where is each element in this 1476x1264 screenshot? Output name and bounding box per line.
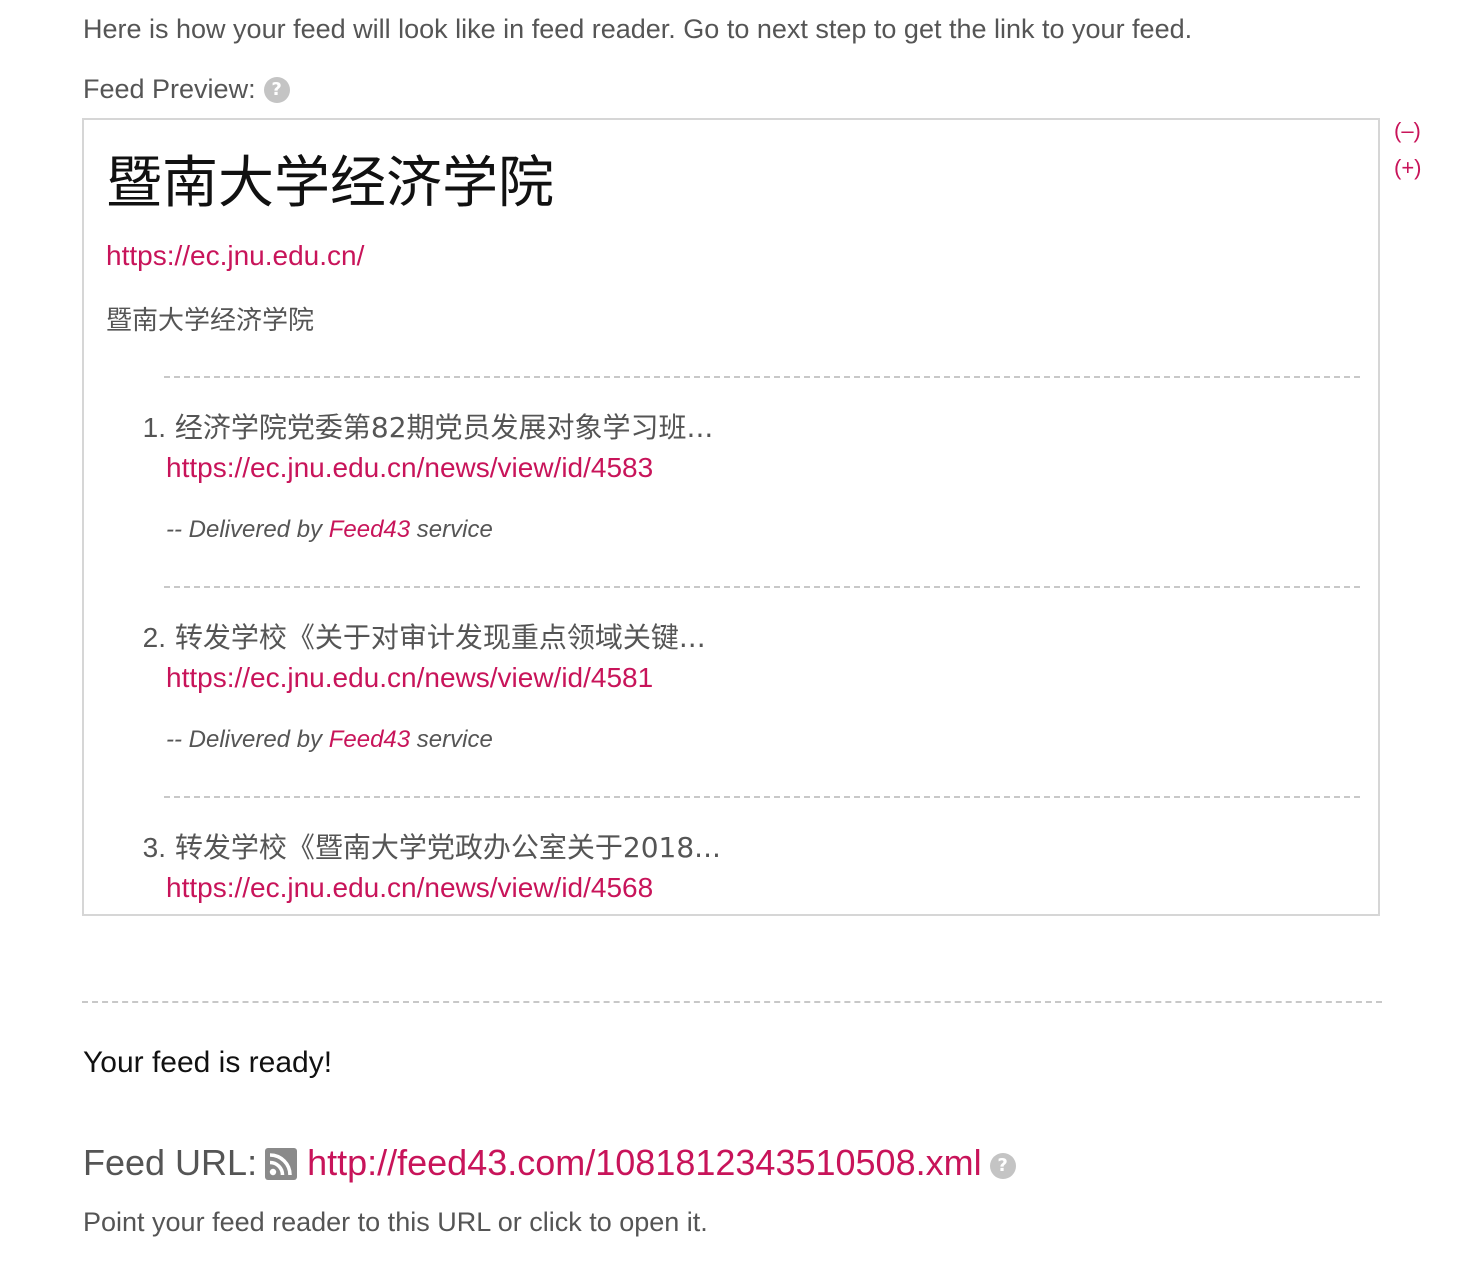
item-divider (164, 376, 1360, 378)
feed-site-link[interactable]: https://ec.jnu.edu.cn/ (106, 240, 364, 272)
intro-text: Here is how your feed will look like in … (83, 14, 1193, 44)
feed-item-title-text: 经济学院党委第82期党员发展对象学习班... (174, 411, 714, 444)
feed-preview-box[interactable]: 暨南大学经济学院 https://ec.jnu.edu.cn/ 暨南大学经济学院… (82, 118, 1380, 916)
feed-item-title: 2. 转发学校《关于对审计发现重点领域关键... (132, 618, 1352, 658)
feed-item-number: 2. (142, 622, 166, 653)
delivered-suffix: service (410, 726, 493, 753)
help-icon[interactable]: ? (263, 76, 290, 103)
feed-item: 3. 转发学校《暨南大学党政办公室关于2018... https://ec.jn… (132, 828, 1352, 908)
feed-url-link[interactable]: http://feed43.com/1081812343510508.xml (307, 1142, 982, 1184)
zoom-out-button[interactable]: (–) (1394, 118, 1421, 144)
feed-item-title: 1. 经济学院党委第82期党员发展对象学习班... (132, 408, 1352, 448)
feed43-link[interactable]: Feed43 (329, 516, 410, 543)
zoom-in-button[interactable]: (+) (1394, 155, 1422, 181)
feed-item-link[interactable]: https://ec.jnu.edu.cn/news/view/id/4568 (166, 868, 1352, 908)
feed-ready-heading: Your feed is ready! (83, 1046, 333, 1079)
section-divider (82, 1001, 1382, 1003)
item-divider (164, 586, 1360, 588)
feed43-link[interactable]: Feed43 (329, 726, 410, 753)
delivered-prefix: -- Delivered by (166, 516, 329, 543)
feed-title: 暨南大学经济学院 (106, 151, 554, 216)
feed-item-title: 3. 转发学校《暨南大学党政办公室关于2018... (132, 828, 1352, 868)
feed-preview-label: Feed Preview: ? (83, 74, 290, 105)
feed-item-title-text: 转发学校《关于对审计发现重点领域关键... (174, 621, 706, 654)
feed-description: 暨南大学经济学院 (106, 306, 315, 336)
feed-item-link[interactable]: https://ec.jnu.edu.cn/news/view/id/4583 (166, 448, 1352, 488)
item-divider (164, 796, 1360, 798)
feed-item-title-text: 转发学校《暨南大学党政办公室关于2018... (174, 831, 721, 864)
help-icon[interactable]: ? (989, 1153, 1016, 1179)
feed-item-number: 3. (142, 832, 166, 863)
feed-url-row: Feed URL: http://feed43.com/108181234351… (83, 1142, 1016, 1184)
feed-url-label: Feed URL: (83, 1142, 258, 1183)
delivered-by-note: -- Delivered by Feed43 service (166, 726, 1352, 754)
feed-item-number: 1. (142, 412, 166, 443)
feed-item-link[interactable]: https://ec.jnu.edu.cn/news/view/id/4581 (166, 658, 1352, 698)
feed-preview-label-text: Feed Preview: (83, 74, 256, 104)
delivered-by-note: -- Delivered by Feed43 service (166, 516, 1352, 544)
delivered-prefix: -- Delivered by (166, 726, 329, 753)
feed-item: 2. 转发学校《关于对审计发现重点领域关键... https://ec.jnu.… (132, 618, 1352, 754)
delivered-suffix: service (410, 516, 493, 543)
feed-item: 1. 经济学院党委第82期党员发展对象学习班... https://ec.jnu… (132, 408, 1352, 544)
rss-icon (265, 1147, 298, 1180)
feed-url-hint: Point your feed reader to this URL or cl… (83, 1207, 708, 1237)
